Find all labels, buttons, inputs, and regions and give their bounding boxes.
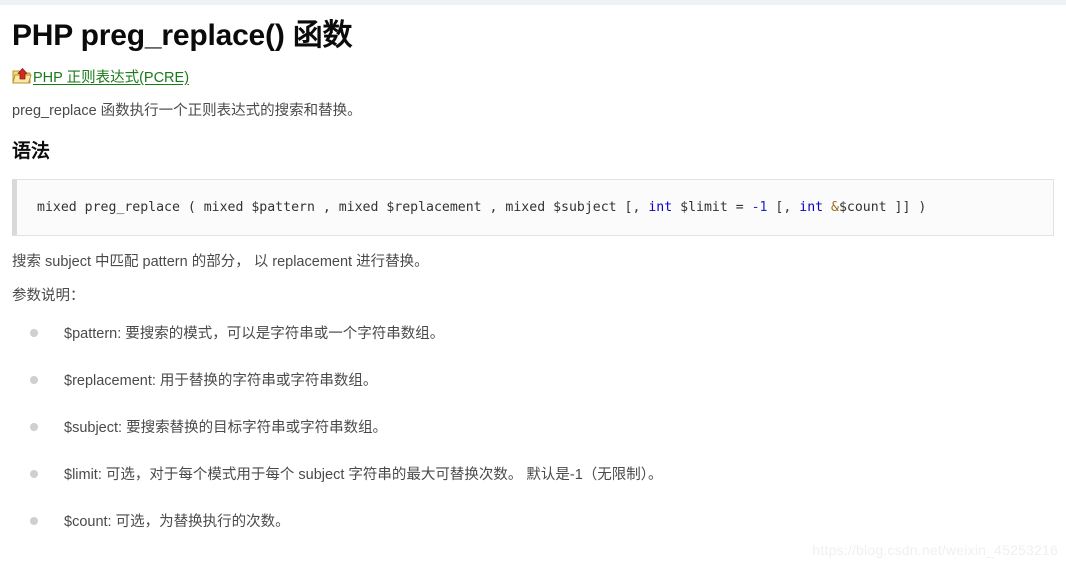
page-title: PHP preg_replace() 函数 [12, 19, 353, 52]
description-paragraph: 搜索 subject 中匹配 pattern 的部分， 以 replacemen… [12, 254, 429, 270]
article-page: PHP preg_replace() 函数 PHP 正则表达式(PCRE) pr… [0, 5, 1066, 559]
list-item-text: $count: 可选，为替换执行的次数。 [64, 514, 290, 530]
code-token-5: int [799, 199, 824, 215]
code-token-3: -1 [751, 199, 768, 215]
code-token-0: mixed preg_replace ( mixed $pattern , mi… [37, 199, 649, 215]
code-token-7: & [831, 199, 839, 215]
code-token-8: $count ]] ) [838, 199, 927, 215]
list-item: $pattern: 要搜索的模式，可以是字符串或一个字符串数组。 [0, 324, 1066, 344]
list-item: $count: 可选，为替换执行的次数。 [0, 512, 1066, 532]
list-item-text: $replacement: 用于替换的字符串或字符串数组。 [64, 373, 378, 389]
code-token-2: $limit = [672, 199, 752, 215]
bullet-icon [30, 470, 38, 478]
params-label: 参数说明： [12, 288, 85, 304]
list-item: $replacement: 用于替换的字符串或字符串数组。 [0, 371, 1066, 391]
code-token-1: int [648, 199, 673, 215]
watermark: https://blog.csdn.net/weixin_45253216 [812, 542, 1058, 558]
section-heading-syntax: 语法 [12, 141, 51, 162]
parent-link[interactable]: PHP 正则表达式(PCRE) [33, 68, 189, 88]
list-item-text: $pattern: 要搜索的模式，可以是字符串或一个字符串数组。 [64, 326, 445, 342]
list-item: $limit: 可选，对于每个模式用于每个 subject 字符串的最大可替换次… [0, 465, 1066, 485]
code-token-4: [, [767, 199, 800, 215]
syntax-code-block: mixed preg_replace ( mixed $pattern , mi… [12, 179, 1054, 236]
bullet-icon [30, 423, 38, 431]
code-token-6 [823, 200, 831, 215]
parameter-list: $pattern: 要搜索的模式，可以是字符串或一个字符串数组。 $replace… [0, 324, 1066, 532]
bullet-icon [30, 329, 38, 337]
folder-up-icon [12, 67, 32, 87]
function-signature: mixed preg_replace ( mixed $pattern , mi… [17, 198, 926, 218]
parent-link-row: PHP 正则表达式(PCRE) [0, 67, 1066, 89]
list-item-text: $subject: 要搜索替换的目标字符串或字符串数组。 [64, 420, 388, 436]
bullet-icon [30, 517, 38, 525]
list-item: $subject: 要搜索替换的目标字符串或字符串数组。 [0, 418, 1066, 438]
bullet-icon [30, 376, 38, 384]
list-item-text: $limit: 可选，对于每个模式用于每个 subject 字符串的最大可替换次… [64, 467, 663, 483]
intro-paragraph: preg_replace 函数执行一个正则表达式的搜索和替换。 [12, 103, 362, 119]
